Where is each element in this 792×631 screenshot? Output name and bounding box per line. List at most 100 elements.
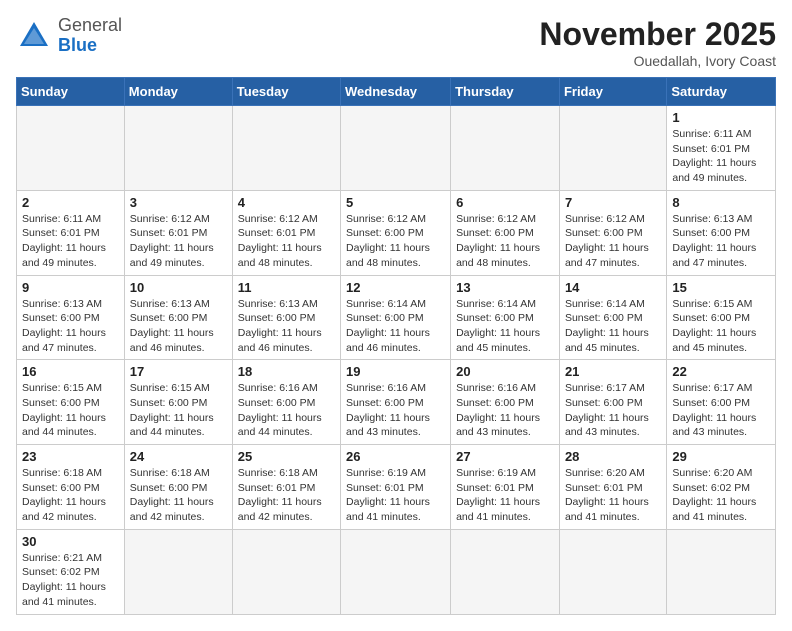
day-number: 29: [672, 449, 770, 464]
table-row: 11 Sunrise: 6:13 AMSunset: 6:00 PMDaylig…: [232, 275, 340, 360]
table-row: 20 Sunrise: 6:16 AMSunset: 6:00 PMDaylig…: [451, 360, 560, 445]
table-row: 21 Sunrise: 6:17 AMSunset: 6:00 PMDaylig…: [559, 360, 666, 445]
table-row: 28 Sunrise: 6:20 AMSunset: 6:01 PMDaylig…: [559, 445, 666, 530]
day-info: Sunrise: 6:17 AMSunset: 6:00 PMDaylight:…: [565, 382, 649, 438]
day-info: Sunrise: 6:16 AMSunset: 6:00 PMDaylight:…: [346, 382, 430, 438]
table-row: 26 Sunrise: 6:19 AMSunset: 6:01 PMDaylig…: [341, 445, 451, 530]
day-info: Sunrise: 6:20 AMSunset: 6:01 PMDaylight:…: [565, 467, 649, 523]
calendar-row: 16 Sunrise: 6:15 AMSunset: 6:00 PMDaylig…: [17, 360, 776, 445]
header-saturday: Saturday: [667, 78, 776, 106]
table-row: [559, 529, 666, 614]
day-number: 8: [672, 195, 770, 210]
table-row: [17, 106, 125, 191]
day-info: Sunrise: 6:13 AMSunset: 6:00 PMDaylight:…: [22, 298, 106, 354]
day-number: 17: [130, 364, 227, 379]
table-row: [451, 106, 560, 191]
table-row: 30 Sunrise: 6:21 AMSunset: 6:02 PMDaylig…: [17, 529, 125, 614]
day-info: Sunrise: 6:17 AMSunset: 6:00 PMDaylight:…: [672, 382, 756, 438]
day-info: Sunrise: 6:16 AMSunset: 6:00 PMDaylight:…: [238, 382, 322, 438]
day-number: 2: [22, 195, 119, 210]
day-info: Sunrise: 6:12 AMSunset: 6:01 PMDaylight:…: [238, 213, 322, 269]
table-row: 23 Sunrise: 6:18 AMSunset: 6:00 PMDaylig…: [17, 445, 125, 530]
table-row: [341, 106, 451, 191]
day-number: 10: [130, 280, 227, 295]
day-info: Sunrise: 6:15 AMSunset: 6:00 PMDaylight:…: [130, 382, 214, 438]
day-info: Sunrise: 6:19 AMSunset: 6:01 PMDaylight:…: [346, 467, 430, 523]
calendar-row: 1 Sunrise: 6:11 AMSunset: 6:01 PMDayligh…: [17, 106, 776, 191]
title-block: November 2025 Ouedallah, Ivory Coast: [539, 16, 776, 69]
day-number: 23: [22, 449, 119, 464]
day-info: Sunrise: 6:12 AMSunset: 6:01 PMDaylight:…: [130, 213, 214, 269]
header-wednesday: Wednesday: [341, 78, 451, 106]
location-subtitle: Ouedallah, Ivory Coast: [539, 53, 776, 69]
table-row: 22 Sunrise: 6:17 AMSunset: 6:00 PMDaylig…: [667, 360, 776, 445]
day-info: Sunrise: 6:14 AMSunset: 6:00 PMDaylight:…: [456, 298, 540, 354]
header-thursday: Thursday: [451, 78, 560, 106]
day-number: 5: [346, 195, 445, 210]
calendar-table: Sunday Monday Tuesday Wednesday Thursday…: [16, 77, 776, 615]
day-number: 9: [22, 280, 119, 295]
day-info: Sunrise: 6:13 AMSunset: 6:00 PMDaylight:…: [238, 298, 322, 354]
table-row: 27 Sunrise: 6:19 AMSunset: 6:01 PMDaylig…: [451, 445, 560, 530]
month-title: November 2025: [539, 16, 776, 53]
day-number: 28: [565, 449, 661, 464]
table-row: 4 Sunrise: 6:12 AMSunset: 6:01 PMDayligh…: [232, 190, 340, 275]
table-row: 19 Sunrise: 6:16 AMSunset: 6:00 PMDaylig…: [341, 360, 451, 445]
day-info: Sunrise: 6:18 AMSunset: 6:00 PMDaylight:…: [22, 467, 106, 523]
table-row: 18 Sunrise: 6:16 AMSunset: 6:00 PMDaylig…: [232, 360, 340, 445]
day-info: Sunrise: 6:13 AMSunset: 6:00 PMDaylight:…: [672, 213, 756, 269]
day-number: 7: [565, 195, 661, 210]
day-info: Sunrise: 6:14 AMSunset: 6:00 PMDaylight:…: [346, 298, 430, 354]
day-number: 30: [22, 534, 119, 549]
table-row: [667, 529, 776, 614]
day-info: Sunrise: 6:15 AMSunset: 6:00 PMDaylight:…: [672, 298, 756, 354]
day-number: 24: [130, 449, 227, 464]
calendar-row: 30 Sunrise: 6:21 AMSunset: 6:02 PMDaylig…: [17, 529, 776, 614]
table-row: 14 Sunrise: 6:14 AMSunset: 6:00 PMDaylig…: [559, 275, 666, 360]
table-row: [341, 529, 451, 614]
header-friday: Friday: [559, 78, 666, 106]
day-info: Sunrise: 6:18 AMSunset: 6:00 PMDaylight:…: [130, 467, 214, 523]
day-info: Sunrise: 6:21 AMSunset: 6:02 PMDaylight:…: [22, 552, 106, 608]
day-info: Sunrise: 6:12 AMSunset: 6:00 PMDaylight:…: [346, 213, 430, 269]
table-row: 25 Sunrise: 6:18 AMSunset: 6:01 PMDaylig…: [232, 445, 340, 530]
logo-general: General: [58, 15, 122, 35]
table-row: 8 Sunrise: 6:13 AMSunset: 6:00 PMDayligh…: [667, 190, 776, 275]
table-row: 6 Sunrise: 6:12 AMSunset: 6:00 PMDayligh…: [451, 190, 560, 275]
table-row: 5 Sunrise: 6:12 AMSunset: 6:00 PMDayligh…: [341, 190, 451, 275]
day-number: 14: [565, 280, 661, 295]
header-sunday: Sunday: [17, 78, 125, 106]
calendar-row: 9 Sunrise: 6:13 AMSunset: 6:00 PMDayligh…: [17, 275, 776, 360]
table-row: 12 Sunrise: 6:14 AMSunset: 6:00 PMDaylig…: [341, 275, 451, 360]
day-info: Sunrise: 6:20 AMSunset: 6:02 PMDaylight:…: [672, 467, 756, 523]
table-row: 3 Sunrise: 6:12 AMSunset: 6:01 PMDayligh…: [124, 190, 232, 275]
table-row: [124, 106, 232, 191]
logo-icon: [16, 18, 52, 54]
day-info: Sunrise: 6:11 AMSunset: 6:01 PMDaylight:…: [22, 213, 106, 269]
day-info: Sunrise: 6:16 AMSunset: 6:00 PMDaylight:…: [456, 382, 540, 438]
day-info: Sunrise: 6:13 AMSunset: 6:00 PMDaylight:…: [130, 298, 214, 354]
table-row: [232, 529, 340, 614]
table-row: 7 Sunrise: 6:12 AMSunset: 6:00 PMDayligh…: [559, 190, 666, 275]
day-number: 16: [22, 364, 119, 379]
day-info: Sunrise: 6:15 AMSunset: 6:00 PMDaylight:…: [22, 382, 106, 438]
day-number: 3: [130, 195, 227, 210]
day-number: 1: [672, 110, 770, 125]
day-number: 21: [565, 364, 661, 379]
day-number: 13: [456, 280, 554, 295]
header-monday: Monday: [124, 78, 232, 106]
day-number: 12: [346, 280, 445, 295]
header-tuesday: Tuesday: [232, 78, 340, 106]
day-number: 15: [672, 280, 770, 295]
day-number: 20: [456, 364, 554, 379]
table-row: 16 Sunrise: 6:15 AMSunset: 6:00 PMDaylig…: [17, 360, 125, 445]
day-info: Sunrise: 6:18 AMSunset: 6:01 PMDaylight:…: [238, 467, 322, 523]
table-row: 17 Sunrise: 6:15 AMSunset: 6:00 PMDaylig…: [124, 360, 232, 445]
day-info: Sunrise: 6:12 AMSunset: 6:00 PMDaylight:…: [456, 213, 540, 269]
logo-text: General Blue: [58, 16, 122, 56]
day-number: 18: [238, 364, 335, 379]
day-number: 26: [346, 449, 445, 464]
table-row: 15 Sunrise: 6:15 AMSunset: 6:00 PMDaylig…: [667, 275, 776, 360]
day-number: 25: [238, 449, 335, 464]
table-row: [124, 529, 232, 614]
